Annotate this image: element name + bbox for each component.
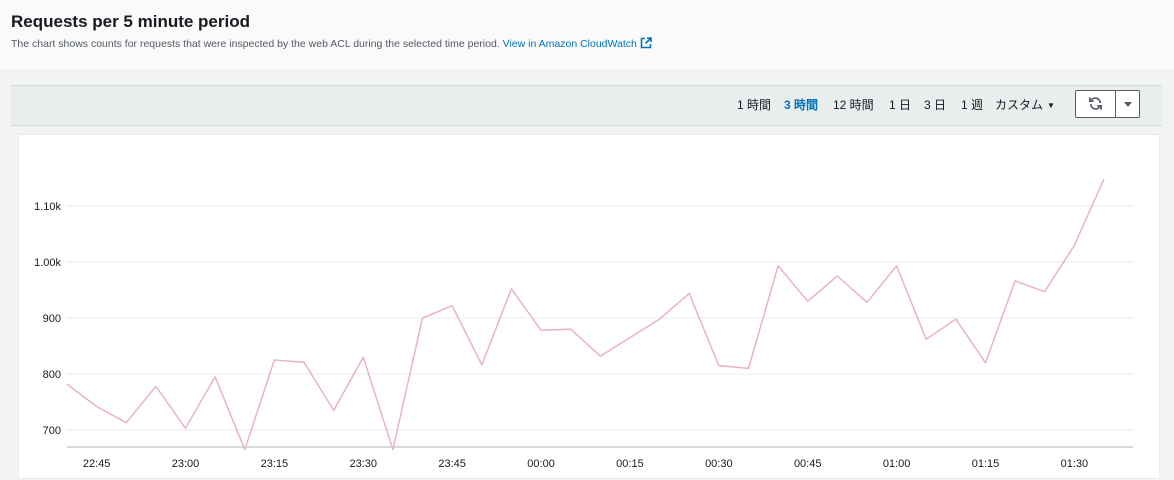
x-tick-label: 22:45 — [83, 458, 111, 470]
y-tick-label: 800 — [43, 369, 61, 381]
series-line — [67, 179, 1104, 450]
range-custom[interactable]: カスタム ▼ — [995, 96, 1055, 113]
range-12h[interactable]: 12 時間 — [833, 96, 874, 113]
refresh-button[interactable] — [1076, 91, 1116, 117]
y-tick-label: 700 — [43, 425, 61, 437]
y-tick-label: 1.00k — [34, 257, 61, 269]
x-tick-label: 00:15 — [616, 458, 644, 470]
x-tick-label: 23:15 — [261, 458, 289, 470]
y-tick-label: 1.10k — [34, 201, 61, 213]
caret-down-icon[interactable] — [1124, 102, 1132, 107]
range-1d[interactable]: 1 日 — [889, 96, 911, 113]
caret-down-icon[interactable]: ▼ — [1047, 101, 1055, 110]
x-tick-label: 23:30 — [350, 458, 378, 470]
refresh-options-dropdown[interactable] — [1116, 91, 1140, 117]
cloudwatch-link[interactable]: View in Amazon CloudWatch — [503, 38, 652, 50]
x-tick-label: 00:30 — [705, 458, 733, 470]
x-tick-label: 00:45 — [794, 458, 822, 470]
range-3h[interactable]: 3 時間 — [784, 96, 818, 113]
description-text: The chart shows counts for requests that… — [11, 38, 500, 50]
panel-header: Requests per 5 minute period The chart s… — [0, 0, 1174, 71]
range-1w[interactable]: 1 週 — [961, 96, 983, 113]
panel-title: Requests per 5 minute period — [11, 12, 250, 32]
x-tick-label: 23:45 — [438, 458, 466, 470]
x-tick-label: 01:15 — [972, 458, 1000, 470]
x-tick-label: 23:00 — [172, 458, 200, 470]
external-link-icon[interactable] — [640, 37, 652, 52]
range-custom-label[interactable]: カスタム — [995, 98, 1043, 112]
refresh-icon[interactable] — [1088, 96, 1103, 111]
cloudwatch-link-label[interactable]: View in Amazon CloudWatch — [503, 38, 637, 50]
y-tick-label: 900 — [43, 313, 61, 325]
line-chart: 700 800 900 1.00k 1.10k 22:45 23:00 23:15 23:30 2… — [19, 135, 1161, 480]
panel-description: The chart shows counts for requests that… — [11, 37, 652, 52]
refresh-button-group — [1075, 90, 1140, 118]
time-range-toolbar: 1 時間 3 時間 12 時間 1 日 3 日 1 週 カスタム ▼ — [11, 85, 1162, 126]
range-3d[interactable]: 3 日 — [924, 96, 946, 113]
x-tick-label: 00:00 — [527, 458, 555, 470]
range-1h[interactable]: 1 時間 — [737, 96, 771, 113]
requests-chart: 700 800 900 1.00k 1.10k 22:45 23:00 23:15 23:30 2… — [18, 134, 1160, 479]
x-tick-label: 01:30 — [1061, 458, 1089, 470]
x-tick-label: 01:00 — [883, 458, 911, 470]
